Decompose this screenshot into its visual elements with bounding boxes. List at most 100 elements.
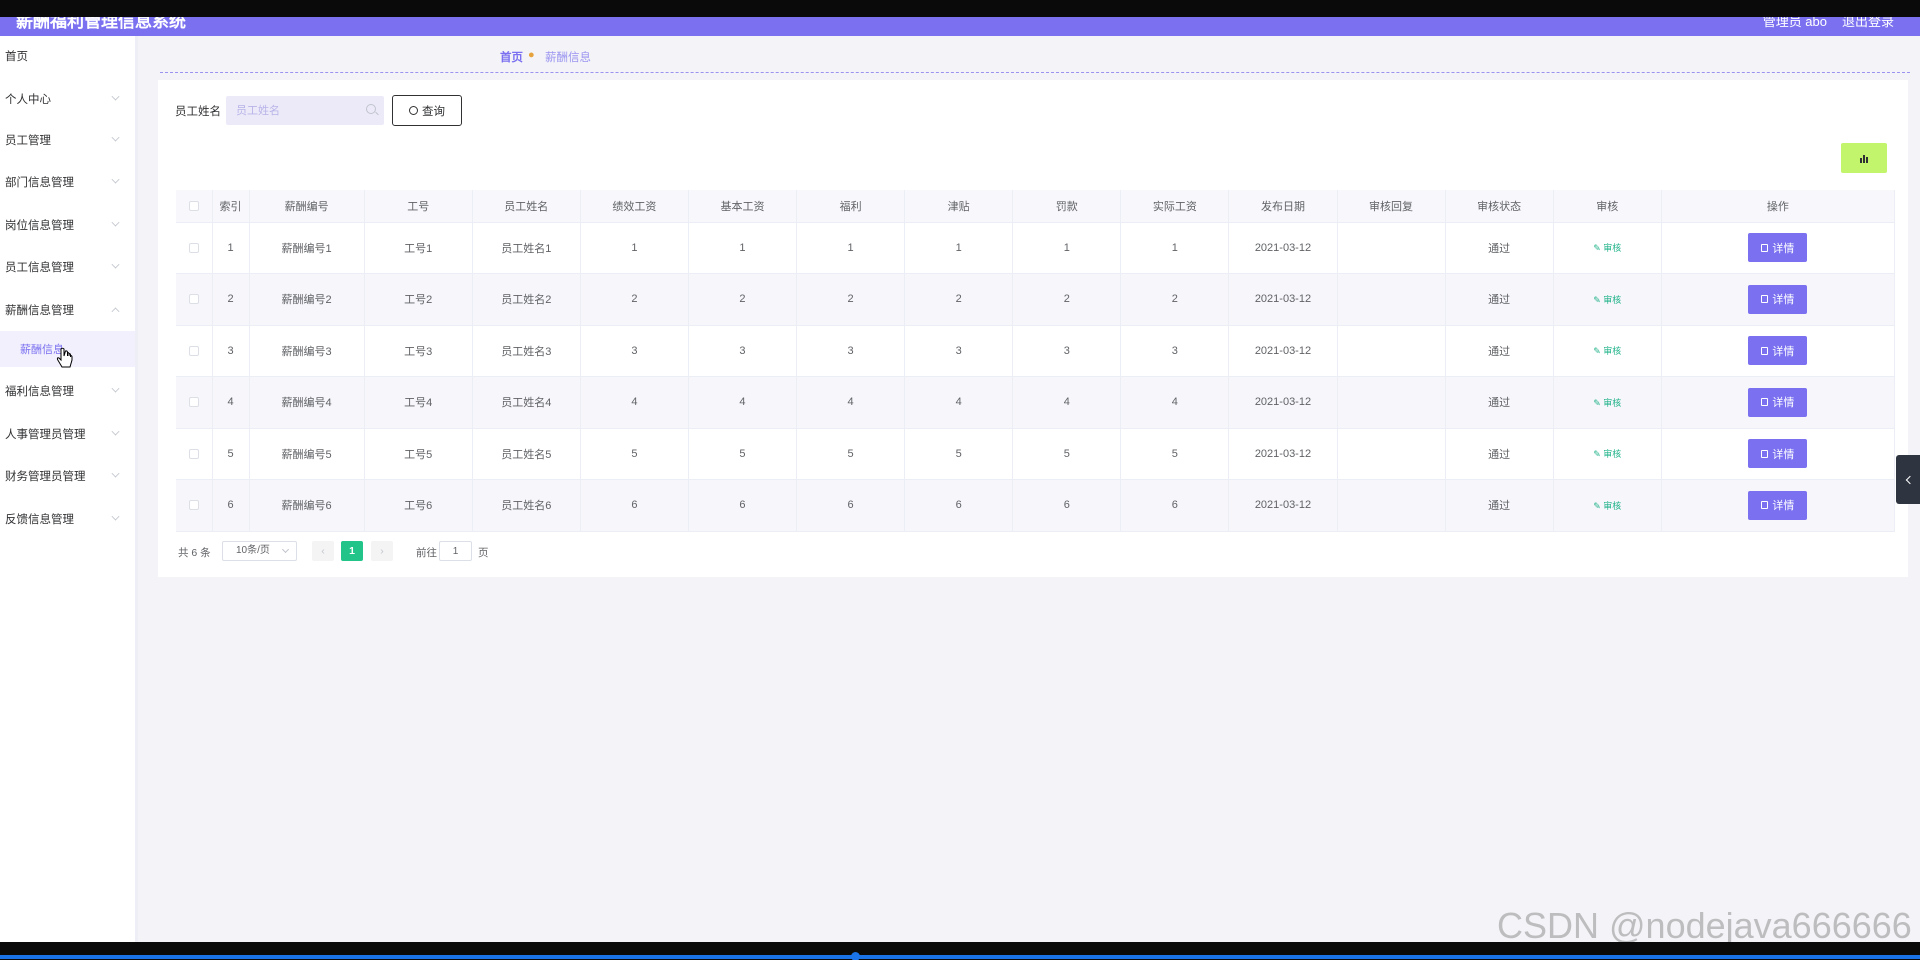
cell-base: 6 [688,479,798,532]
column-header: 审核状态 [1445,190,1554,223]
cell-fine: 3 [1012,325,1122,377]
audit-link[interactable]: ✎ 审核 [1593,243,1621,253]
cell-emp-no: 工号5 [364,428,473,480]
row-checkbox[interactable] [188,294,199,305]
sidebar-item-label: 薪酬信息管理 [5,305,74,317]
next-page-button[interactable]: › [371,541,393,561]
cell-allowance: 1 [904,222,1014,274]
sidebar-item-employee-info[interactable]: 员工信息管理 [0,255,135,279]
row-select-cell[interactable] [176,428,213,480]
column-header: 发布日期 [1228,190,1338,223]
page-unit-label: 页 [478,547,489,559]
cell-status: 通过 [1445,376,1554,429]
audit-link[interactable]: ✎ 审核 [1593,346,1621,356]
bottom-progress-bar [0,942,1920,960]
cell-salary-no: 薪酬编号6 [249,479,365,532]
collapse-panel-button[interactable] [1896,455,1920,504]
document-icon [1761,398,1769,407]
breadcrumb-current: 薪酬信息 [545,52,591,64]
row-checkbox[interactable] [188,397,199,408]
sidebar-item-label: 员工管理 [5,135,51,147]
detail-button[interactable]: 详情 [1748,284,1808,314]
cell-audit: ✎ 审核 [1553,325,1662,377]
cell-date: 2021-03-12 [1228,273,1338,326]
cell-salary-no: 薪酬编号4 [249,376,365,429]
bar-chart-icon-bar [1863,155,1865,163]
page-size-value: 10条/页 [236,545,270,556]
chevron-down-icon [111,218,120,227]
chart-button[interactable] [1841,143,1887,173]
cell-base: 5 [688,428,798,480]
cell-reply [1337,325,1446,377]
employee-name-input[interactable] [226,96,384,125]
cell-perf: 1 [580,222,689,274]
row-select-cell[interactable] [176,273,213,326]
select-all-cell[interactable] [176,190,213,223]
audit-link[interactable]: ✎ 审核 [1593,398,1621,408]
cell-status: 通过 [1445,479,1554,532]
page-size-select[interactable]: 10条/页 [222,541,297,561]
row-select-cell[interactable] [176,376,213,429]
sidebar-item-personal-center[interactable]: 个人中心 [0,87,135,111]
cell-audit: ✎ 审核 [1553,376,1662,429]
cell-fine: 2 [1012,273,1122,326]
page-number-1[interactable]: 1 [341,541,363,561]
breadcrumb-home[interactable]: 首页 [500,49,523,65]
sidebar-item-finance-admin[interactable]: 财务管理员管理 [0,464,135,488]
row-select-cell[interactable] [176,325,213,377]
prev-page-button[interactable]: ‹ [312,541,334,561]
cell-actual: 1 [1120,222,1230,274]
table-row: 2 薪酬编号2 工号2 员工姓名2 2 2 2 2 2 2 2021-03-12 通过 ✎ 审核 详情 [176,273,1896,326]
sidebar-item-home[interactable]: 首页 [0,44,135,68]
detail-button[interactable]: 详情 [1748,233,1808,263]
salary-table: 索引 薪酬编号 工号 员工姓名 绩效工资 基本工资 福利 津贴 罚款 实际工资 … [176,190,1896,532]
sidebar-item-department[interactable]: 部门信息管理 [0,170,135,194]
row-select-cell[interactable] [176,479,213,532]
cell-reply [1337,376,1446,429]
column-header: 索引 [212,190,250,223]
document-icon [1761,346,1769,355]
chevron-down-icon [111,384,120,393]
chevron-down-icon [111,260,120,269]
sidebar-item-welfare[interactable]: 福利信息管理 [0,379,135,403]
cell-name: 员工姓名4 [472,376,581,429]
detail-label: 详情 [1772,500,1795,513]
row-checkbox[interactable] [188,448,199,459]
query-button[interactable]: 查询 [392,95,462,126]
sidebar-item-salary[interactable]: 薪酬信息管理 [0,298,135,322]
detail-button[interactable]: 详情 [1748,336,1808,366]
row-checkbox[interactable] [188,242,199,253]
detail-button[interactable]: 详情 [1748,490,1808,520]
select-all-checkbox[interactable] [188,200,199,211]
progress-handle[interactable] [851,952,860,960]
detail-button[interactable]: 详情 [1748,439,1808,469]
row-checkbox[interactable] [188,500,199,511]
cell-base: 4 [688,376,798,429]
table-row: 1 薪酬编号1 工号1 员工姓名1 1 1 1 1 1 1 2021-03-12 通过 ✎ 审核 详情 [176,222,1896,274]
cell-reply [1337,428,1446,480]
row-checkbox[interactable] [188,345,199,356]
chevron-left-icon: ‹ [321,545,325,557]
logout-link[interactable]: 退出登录 [1842,17,1894,30]
sidebar-item-position[interactable]: 岗位信息管理 [0,213,135,237]
cell-allowance: 5 [904,428,1014,480]
cell-actual: 5 [1120,428,1230,480]
cell-reply [1337,479,1446,532]
cell-audit: ✎ 审核 [1553,479,1662,532]
sidebar-item-feedback[interactable]: 反馈信息管理 [0,507,135,531]
edit-icon: ✎ [1593,346,1601,357]
goto-page-input[interactable] [439,541,472,561]
audit-link[interactable]: ✎ 审核 [1593,449,1621,459]
column-header: 绩效工资 [580,190,689,223]
cell-date: 2021-03-12 [1228,479,1338,532]
audit-link[interactable]: ✎ 审核 [1593,295,1621,305]
cell-perf: 4 [580,376,689,429]
sidebar-item-employee-mgmt[interactable]: 员工管理 [0,128,135,152]
audit-link[interactable]: ✎ 审核 [1593,501,1621,511]
hand-cursor-icon [56,347,73,368]
cell-audit: ✎ 审核 [1553,222,1662,274]
row-select-cell[interactable] [176,222,213,274]
detail-button[interactable]: 详情 [1748,387,1808,417]
sidebar-item-hr-admin[interactable]: 人事管理员管理 [0,422,135,446]
table-row: 4 薪酬编号4 工号4 员工姓名4 4 4 4 4 4 4 2021-03-12 通过 ✎ 审核 详情 [176,376,1896,429]
